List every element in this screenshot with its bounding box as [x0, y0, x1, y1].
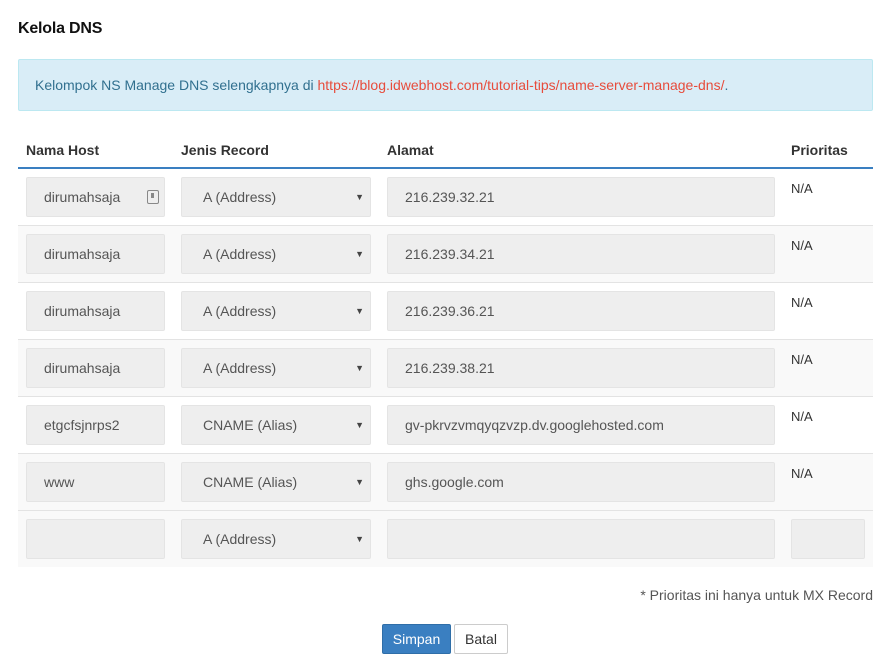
info-alert: Kelompok NS Manage DNS selengkapnya di h…	[18, 59, 873, 111]
table-row: dirumahsaja A (Address) ▼ 216.239.38.21 N…	[18, 339, 873, 396]
caret-down-icon: ▼	[355, 476, 364, 487]
host-value: www	[44, 473, 75, 490]
caret-down-icon: ▼	[355, 248, 364, 259]
caret-down-icon: ▼	[355, 419, 364, 430]
info-link[interactable]: https://blog.idwebhost.com/tutorial-tips…	[318, 77, 725, 93]
record-type-select[interactable]: A (Address) ▼	[181, 176, 371, 217]
table-row: dirumahsaja A (Address) ▼ 216.239.32.21 N…	[18, 168, 873, 225]
priority-value: N/A	[791, 465, 813, 481]
record-type-value: A (Address)	[203, 245, 277, 262]
table-row: etgcfsjnrps2 CNAME (Alias) ▼ gv-pkrvzvmqy…	[18, 396, 873, 453]
address-input[interactable]: gv-pkrvzvmqyqzvzp.dv.googlehosted.com	[387, 404, 775, 445]
host-value: etgcfsjnrps2	[44, 416, 120, 433]
host-input[interactable]: etgcfsjnrps2	[26, 404, 165, 445]
table-row: www CNAME (Alias) ▼ ghs.google.com N/A	[18, 453, 873, 510]
header-host: Nama Host	[18, 132, 173, 169]
priority-value: N/A	[791, 181, 813, 196]
table-header-row: Nama Host Jenis Record Alamat Prioritas	[18, 132, 873, 169]
record-type-value: A (Address)	[203, 530, 277, 547]
page-title: Kelola DNS	[18, 20, 103, 37]
host-input[interactable]: www	[26, 461, 165, 502]
cancel-button[interactable]: Batal	[454, 624, 508, 654]
record-type-select[interactable]: CNAME (Alias) ▼	[181, 404, 371, 445]
address-input[interactable]: 216.239.38.21	[387, 347, 775, 388]
record-type-select[interactable]: CNAME (Alias) ▼	[181, 461, 371, 502]
caret-down-icon: ▼	[355, 191, 364, 202]
address-input[interactable]: 216.239.36.21	[387, 290, 775, 331]
table-row: dirumahsaja A (Address) ▼ 216.239.34.21 N…	[18, 225, 873, 282]
host-value: dirumahsaja	[44, 188, 121, 205]
priority-note: * Prioritas ini hanya untuk MX Record	[640, 587, 873, 603]
table-row: dirumahsaja A (Address) ▼ 216.239.36.21 N…	[18, 282, 873, 339]
host-value: dirumahsaja	[44, 302, 121, 319]
address-value: ghs.google.com	[405, 473, 504, 490]
record-type-value: A (Address)	[203, 188, 277, 205]
address-value: 216.239.32.21	[405, 188, 495, 205]
new-host-input[interactable]	[26, 518, 165, 559]
new-record-row: A (Address) ▼	[18, 510, 873, 567]
priority-value: N/A	[791, 408, 813, 424]
address-input[interactable]: 216.239.34.21	[387, 233, 775, 274]
new-priority-input[interactable]	[791, 518, 865, 559]
address-value: 216.239.34.21	[405, 245, 495, 262]
record-type-value: CNAME (Alias)	[203, 416, 298, 433]
priority-value: N/A	[791, 237, 813, 253]
host-input[interactable]: dirumahsaja	[26, 347, 165, 388]
priority-value: N/A	[791, 294, 813, 310]
address-input[interactable]: 216.239.32.21	[387, 176, 775, 217]
address-value: 216.239.36.21	[405, 302, 495, 319]
caret-down-icon: ▼	[355, 533, 364, 544]
record-type-value: A (Address)	[203, 359, 277, 376]
info-suffix: .	[724, 77, 729, 93]
autofill-icon[interactable]	[147, 189, 159, 204]
header-address: Alamat	[379, 132, 783, 169]
host-input[interactable]: dirumahsaja	[26, 176, 165, 217]
priority-value: N/A	[791, 351, 813, 367]
info-text: Kelompok NS Manage DNS selengkapnya di	[35, 77, 318, 93]
header-type: Jenis Record	[173, 132, 379, 169]
record-type-select[interactable]: A (Address) ▼	[181, 347, 371, 388]
host-value: dirumahsaja	[44, 245, 121, 262]
record-type-select[interactable]: A (Address) ▼	[181, 290, 371, 331]
host-input[interactable]: dirumahsaja	[26, 233, 165, 274]
address-input[interactable]: ghs.google.com	[387, 461, 775, 502]
new-record-type-select[interactable]: A (Address) ▼	[181, 518, 371, 559]
record-type-value: A (Address)	[203, 302, 277, 319]
header-priority: Prioritas	[783, 132, 873, 169]
host-input[interactable]: dirumahsaja	[26, 290, 165, 331]
address-value: gv-pkrvzvmqyqzvzp.dv.googlehosted.com	[405, 416, 664, 433]
new-address-input[interactable]	[387, 518, 775, 559]
caret-down-icon: ▼	[355, 362, 364, 373]
record-type-select[interactable]: A (Address) ▼	[181, 233, 371, 274]
dns-table: Nama Host Jenis Record Alamat Prioritas …	[18, 132, 873, 567]
save-button[interactable]: Simpan	[382, 624, 451, 654]
caret-down-icon: ▼	[355, 305, 364, 316]
address-value: 216.239.38.21	[405, 359, 495, 376]
host-value: dirumahsaja	[44, 359, 121, 376]
record-type-value: CNAME (Alias)	[203, 473, 298, 490]
